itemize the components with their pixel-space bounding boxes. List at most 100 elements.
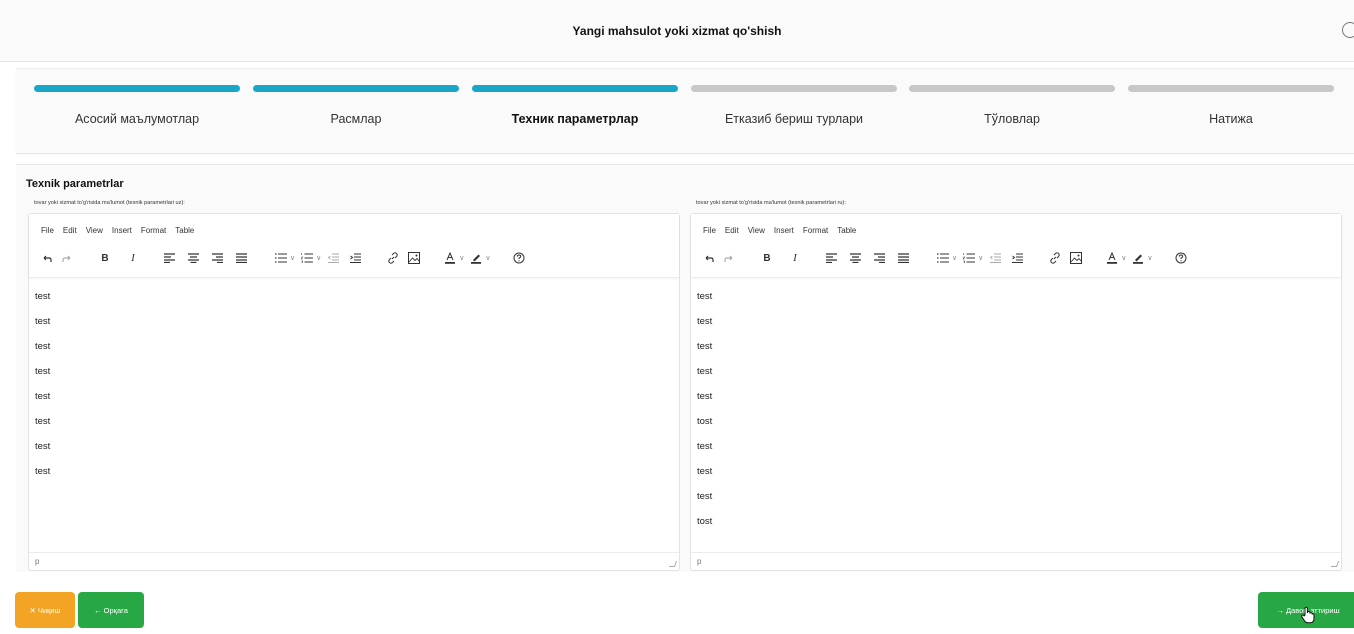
help-icon[interactable] xyxy=(1173,250,1189,266)
menu-format[interactable]: Format xyxy=(141,226,166,235)
back-button[interactable]: ← Орқага xyxy=(78,592,144,628)
editor-content-ru[interactable]: test test test test test tost test test … xyxy=(691,278,1341,553)
italic-icon[interactable]: I xyxy=(125,250,141,266)
link-icon[interactable] xyxy=(385,250,401,266)
editor-line: test xyxy=(697,316,713,327)
step-progress-bar xyxy=(1128,85,1334,92)
align-justify-icon[interactable] xyxy=(895,250,911,266)
bullet-list-icon[interactable] xyxy=(935,250,951,266)
step-main-info[interactable]: Асосий маълумотлар xyxy=(34,85,240,145)
menu-file[interactable]: File xyxy=(41,226,54,235)
bold-icon[interactable]: B xyxy=(97,250,113,266)
editor-line: test xyxy=(697,491,713,502)
step-delivery-types[interactable]: Етказиб бериш турлари xyxy=(691,85,897,145)
editor-uz-label: tovar yoki xizmat to'g'risida ma'lumot (… xyxy=(34,200,185,206)
chevron-down-icon[interactable]: ∨ xyxy=(316,254,321,262)
close-icon[interactable] xyxy=(1342,22,1354,38)
menu-edit[interactable]: Edit xyxy=(63,226,77,235)
resize-handle-icon[interactable] xyxy=(1330,561,1340,567)
editor-line: test xyxy=(697,391,713,402)
chevron-down-icon[interactable]: ∨ xyxy=(459,254,464,262)
numbered-list-icon[interactable] xyxy=(961,250,977,266)
image-icon[interactable] xyxy=(406,250,422,266)
image-icon[interactable] xyxy=(1068,250,1084,266)
chevron-down-icon[interactable]: ∨ xyxy=(290,254,295,262)
step-payments[interactable]: Тўловлар xyxy=(909,85,1115,145)
align-justify-icon[interactable] xyxy=(233,250,249,266)
menu-view[interactable]: View xyxy=(748,226,765,235)
align-right-icon[interactable] xyxy=(209,250,225,266)
menu-file[interactable]: File xyxy=(703,226,716,235)
text-color-icon[interactable] xyxy=(442,250,458,266)
editor-line: test xyxy=(35,441,51,452)
menu-table[interactable]: Table xyxy=(175,226,194,235)
editor-content-uz[interactable]: test test test test test test test test xyxy=(29,278,679,553)
align-left-icon[interactable] xyxy=(161,250,177,266)
indent-icon[interactable] xyxy=(1009,250,1025,266)
editor-line: test xyxy=(697,341,713,352)
editor-line: test xyxy=(35,416,51,427)
align-right-icon[interactable] xyxy=(871,250,887,266)
align-center-icon[interactable] xyxy=(847,250,863,266)
outdent-icon[interactable] xyxy=(325,250,341,266)
bullet-list-icon[interactable] xyxy=(273,250,289,266)
redo-icon[interactable] xyxy=(59,250,75,266)
step-label: Расмлар xyxy=(330,112,382,126)
menu-view[interactable]: View xyxy=(86,226,103,235)
chevron-down-icon[interactable]: ∨ xyxy=(978,254,983,262)
chevron-down-icon[interactable]: ∨ xyxy=(1121,254,1126,262)
editor-line: test xyxy=(35,291,51,302)
hand-cursor-icon xyxy=(1301,606,1315,624)
progress-stepper: Асосий маълумотлар Расмлар Техник параме… xyxy=(16,68,1354,154)
bold-icon[interactable]: B xyxy=(759,250,775,266)
undo-icon[interactable] xyxy=(39,250,55,266)
menu-format[interactable]: Format xyxy=(803,226,828,235)
undo-icon[interactable] xyxy=(701,250,717,266)
element-path[interactable]: p xyxy=(697,557,701,566)
menu-insert[interactable]: Insert xyxy=(112,226,132,235)
menu-table[interactable]: Table xyxy=(837,226,856,235)
step-progress-bar xyxy=(34,85,240,92)
step-label: Тўловлар xyxy=(984,112,1040,126)
step-progress-bar xyxy=(691,85,897,92)
editor-toolbar: File Edit View Insert Format Table B I ∨… xyxy=(691,214,1341,278)
menu-insert[interactable]: Insert xyxy=(774,226,794,235)
highlight-color-icon[interactable] xyxy=(1130,250,1146,266)
chevron-down-icon[interactable]: ∨ xyxy=(952,254,957,262)
rich-text-editor-uz[interactable]: File Edit View Insert Format Table B I ∨… xyxy=(28,213,680,571)
align-left-icon[interactable] xyxy=(823,250,839,266)
link-icon[interactable] xyxy=(1047,250,1063,266)
step-label: Натижа xyxy=(1209,112,1253,126)
help-icon[interactable] xyxy=(511,250,527,266)
indent-icon[interactable] xyxy=(347,250,363,266)
outdent-icon[interactable] xyxy=(987,250,1003,266)
technical-params-section: Texnik parametrlar tovar yoki xizmat to'… xyxy=(16,164,1354,572)
section-title: Texnik parametrlar xyxy=(26,178,124,190)
highlight-color-icon[interactable] xyxy=(468,250,484,266)
rich-text-editor-ru[interactable]: File Edit View Insert Format Table B I ∨… xyxy=(690,213,1342,571)
chevron-down-icon[interactable]: ∨ xyxy=(485,254,490,262)
editor-toolbar: File Edit View Insert Format Table B I ∨… xyxy=(29,214,679,278)
step-progress-bar xyxy=(253,85,459,92)
step-images[interactable]: Расмлар xyxy=(253,85,459,145)
editor-statusbar: p xyxy=(29,552,679,570)
align-center-icon[interactable] xyxy=(185,250,201,266)
editor-line: test xyxy=(697,291,713,302)
redo-icon[interactable] xyxy=(721,250,737,266)
resize-handle-icon[interactable] xyxy=(668,561,678,567)
step-technical-params[interactable]: Техник параметрлар xyxy=(472,85,678,145)
editor-menubar: File Edit View Insert Format Table xyxy=(41,226,194,235)
editor-line: tost xyxy=(697,416,713,427)
editor-line: test xyxy=(35,391,51,402)
menu-edit[interactable]: Edit xyxy=(725,226,739,235)
italic-icon[interactable]: I xyxy=(787,250,803,266)
editor-line: test xyxy=(697,441,713,452)
numbered-list-icon[interactable] xyxy=(299,250,315,266)
text-color-icon[interactable] xyxy=(1104,250,1120,266)
chevron-down-icon[interactable]: ∨ xyxy=(1147,254,1152,262)
exit-button[interactable]: ✕ Чиқиш xyxy=(15,592,75,628)
editor-tools: B I ∨ ∨ ∨ ∨ xyxy=(701,250,1189,266)
element-path[interactable]: p xyxy=(35,557,39,566)
step-label: Техник параметрлар xyxy=(511,112,639,126)
step-result[interactable]: Натижа xyxy=(1128,85,1334,145)
